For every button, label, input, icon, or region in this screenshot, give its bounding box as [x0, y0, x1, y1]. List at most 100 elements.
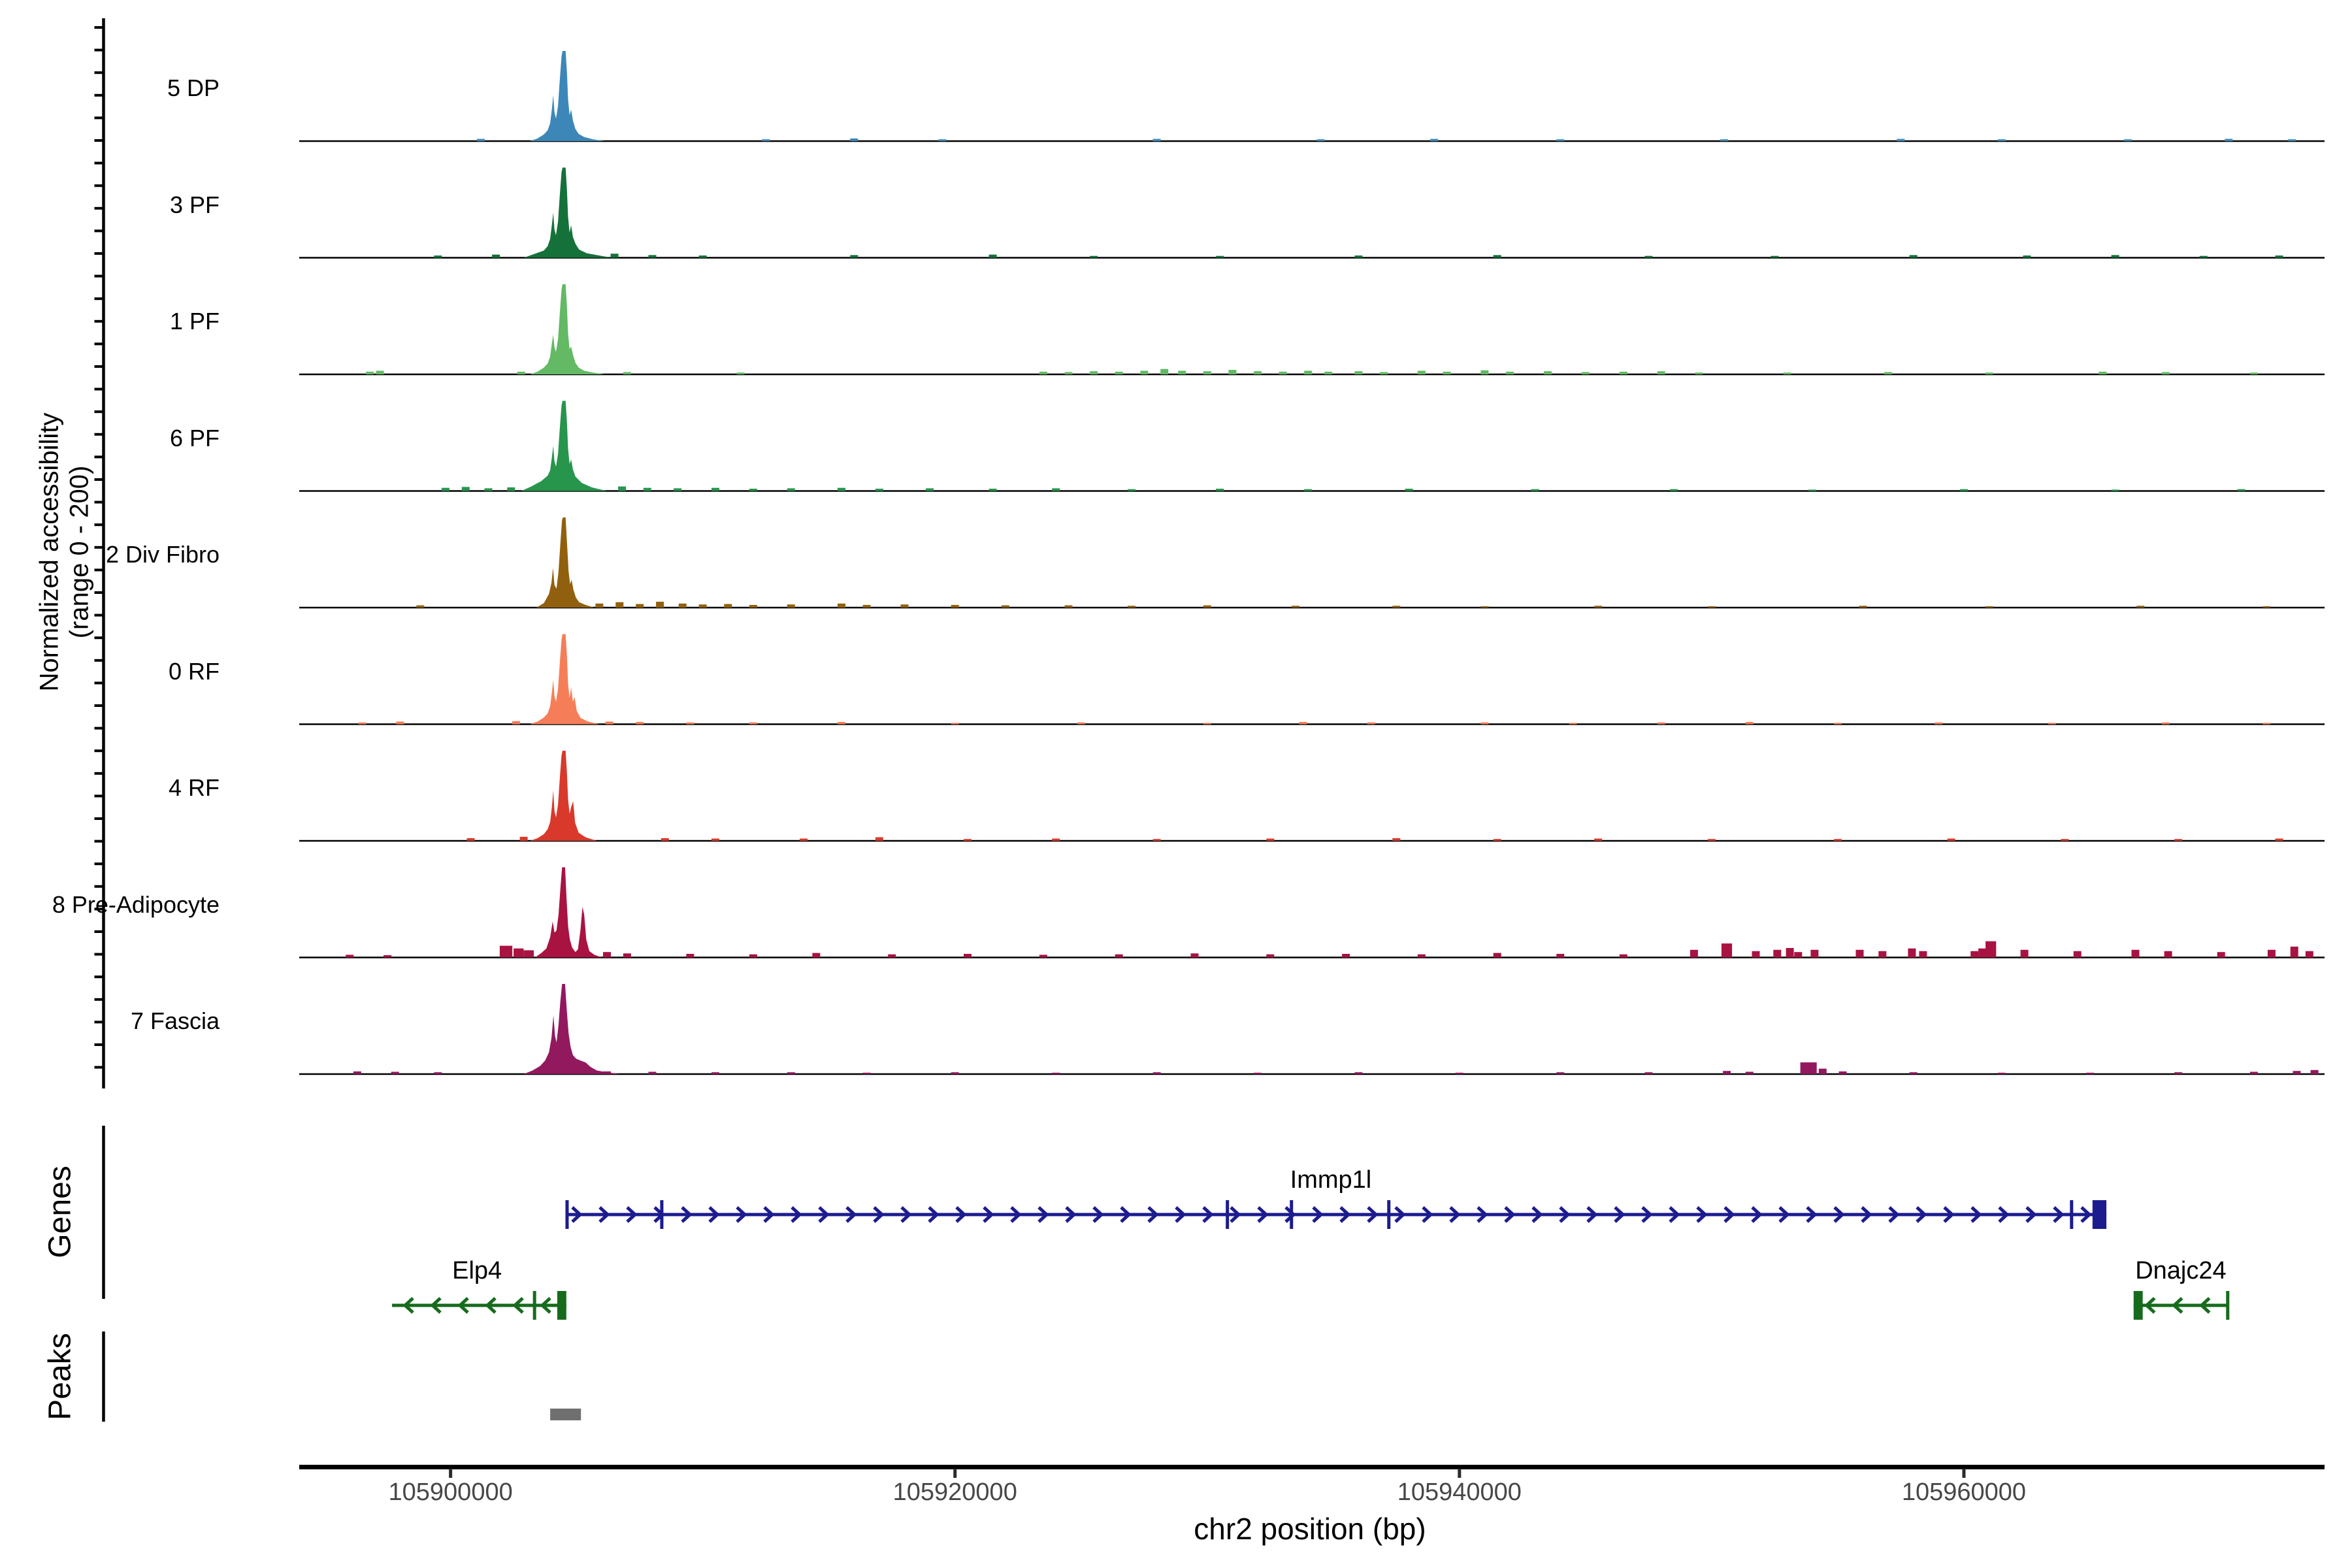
track-noise-0-rf: [359, 723, 367, 725]
track-noise-0-rf: [1834, 723, 1842, 724]
track-noise-8-pre-adipocyte: [2217, 952, 2225, 957]
track-noise-7-fascia: [1254, 1073, 1262, 1074]
track-noise-4-rf: [1266, 839, 1274, 841]
track-noise-2-div-fibro: [1128, 606, 1135, 608]
track-noise-6-pf: [749, 489, 757, 491]
track-noise-3-pf: [649, 255, 657, 257]
track-noise-1-pf: [1228, 370, 1236, 374]
track-noise-4-rf: [2174, 839, 2182, 841]
track-label-3-pf: 3 PF: [0, 191, 220, 219]
track-noise-2-div-fibro: [1708, 606, 1716, 608]
track-noise-0-rf: [951, 723, 959, 724]
track-noise-0-rf: [1077, 723, 1085, 725]
track-noise-0-rf: [636, 722, 644, 725]
track-noise-8-pre-adipocyte: [2291, 947, 2298, 958]
track-noise-5-dp: [1556, 139, 1564, 141]
genome-tracks-canvas: [0, 0, 2352, 1568]
track-noise-7-fascia: [353, 1071, 361, 1074]
track-noise-4-rf: [1708, 839, 1716, 841]
track-noise-6-pf: [926, 488, 934, 491]
track-noise-6-pf: [2238, 489, 2246, 491]
track-noise-4-rf: [467, 838, 475, 841]
track-noise-2-div-fibro: [951, 605, 959, 608]
track-noise-4-rf: [875, 838, 883, 841]
track-noise-7-fascia: [1998, 1073, 2006, 1074]
track-noise-6-pf: [507, 487, 515, 491]
x-axis-title: chr2 position (bp): [1016, 1511, 1604, 1547]
track-signal-4-rf: [530, 751, 596, 841]
track-noise-0-rf: [686, 723, 694, 725]
track-noise-1-pf: [1324, 372, 1332, 374]
gene-exon-box-Immp1l: [2093, 1200, 2106, 1229]
track-noise-3-pf: [699, 255, 707, 258]
track-noise-2-div-fibro: [595, 604, 603, 608]
track-noise-8-pre-adipocyte: [1418, 955, 1426, 958]
track-noise-1-pf: [1544, 371, 1552, 374]
track-noise-7-fascia: [1456, 1073, 1463, 1074]
track-noise-8-pre-adipocyte: [623, 953, 631, 957]
track-noise-4-rf: [1948, 839, 1955, 841]
track-label-7-fascia: 7 Fascia: [0, 1007, 220, 1035]
track-noise-2-div-fibro: [787, 604, 795, 608]
track-noise-8-pre-adipocyte: [1810, 950, 1818, 958]
track-noise-1-pf: [1695, 372, 1703, 374]
track-noise-1-pf: [2250, 372, 2258, 374]
track-noise-3-pf: [611, 253, 619, 257]
track-noise-0-rf: [1367, 723, 1375, 725]
track-noise-8-pre-adipocyte: [1908, 949, 1916, 958]
track-noise-8-pre-adipocyte: [1039, 955, 1047, 957]
track-noise-1-pf: [1090, 371, 1098, 374]
track-noise-5-dp: [2288, 139, 2296, 141]
x-axis-tick-label: 105940000: [1355, 1478, 1564, 1507]
track-noise-8-pre-adipocyte: [686, 954, 694, 958]
track-noise-3-pf: [850, 255, 858, 257]
track-noise-6-pf: [462, 487, 470, 491]
track-noise-0-rf: [749, 723, 757, 725]
track-noise-6-pf: [1531, 489, 1539, 491]
track-noise-4-rf: [1392, 838, 1400, 841]
track-noise-2-div-fibro: [1594, 606, 1602, 608]
track-noise-5-dp: [1720, 139, 1728, 141]
track-noise-8-pre-adipocyte: [749, 955, 757, 958]
track-noise-1-pf: [1065, 372, 1073, 375]
track-noise-2-div-fibro: [2262, 606, 2270, 608]
track-noise-7-fascia: [1839, 1071, 1847, 1074]
track-noise-7-fascia: [1723, 1071, 1731, 1074]
track-noise-1-pf: [366, 372, 374, 374]
track-noise-7-fascia: [2311, 1070, 2319, 1074]
track-noise-1-pf: [1506, 372, 1514, 374]
track-noise-8-pre-adipocyte: [2021, 950, 2029, 958]
track-noise-8-pre-adipocyte: [603, 952, 611, 957]
track-noise-0-rf: [396, 721, 404, 724]
track-noise-8-pre-adipocyte: [2132, 950, 2140, 958]
track-noise-5-dp: [1317, 139, 1325, 141]
track-noise-7-fascia: [434, 1072, 442, 1074]
track-noise-1-pf: [1418, 371, 1426, 375]
track-noise-8-pre-adipocyte: [1978, 949, 1986, 958]
track-noise-2-div-fibro: [1203, 606, 1211, 608]
track-noise-7-fascia: [1052, 1073, 1060, 1074]
track-noise-7-fascia: [711, 1072, 719, 1074]
track-noise-6-pf: [1216, 489, 1224, 491]
track-label-6-pf: 6 PF: [0, 425, 220, 452]
track-label-1-pf: 1 PF: [0, 308, 220, 335]
track-noise-3-pf: [1216, 256, 1224, 258]
track-noise-7-fascia: [1910, 1072, 1918, 1074]
track-noise-3-pf: [2023, 255, 2031, 258]
track-noise-8-pre-adipocyte: [1878, 951, 1886, 958]
track-noise-8-pre-adipocyte: [1856, 950, 1864, 958]
track-noise-1-pf: [1304, 371, 1312, 375]
track-noise-6-pf: [1052, 488, 1060, 491]
track-noise-1-pf: [737, 372, 745, 374]
track-noise-1-pf: [1039, 372, 1047, 374]
track-noise-8-pre-adipocyte: [1752, 951, 1760, 958]
track-noise-3-pf: [2200, 256, 2208, 258]
track-noise-2-div-fibro: [1859, 606, 1867, 608]
track-noise-2-div-fibro: [1065, 606, 1073, 608]
track-noise-6-pf: [1670, 489, 1678, 491]
gene-label-Dnajc24: Dnajc24: [2037, 1256, 2325, 1286]
track-noise-5-dp: [2124, 139, 2132, 141]
track-noise-2-div-fibro: [416, 606, 424, 608]
track-noise-6-pf: [485, 488, 493, 491]
track-noise-8-pre-adipocyte: [1556, 954, 1564, 958]
